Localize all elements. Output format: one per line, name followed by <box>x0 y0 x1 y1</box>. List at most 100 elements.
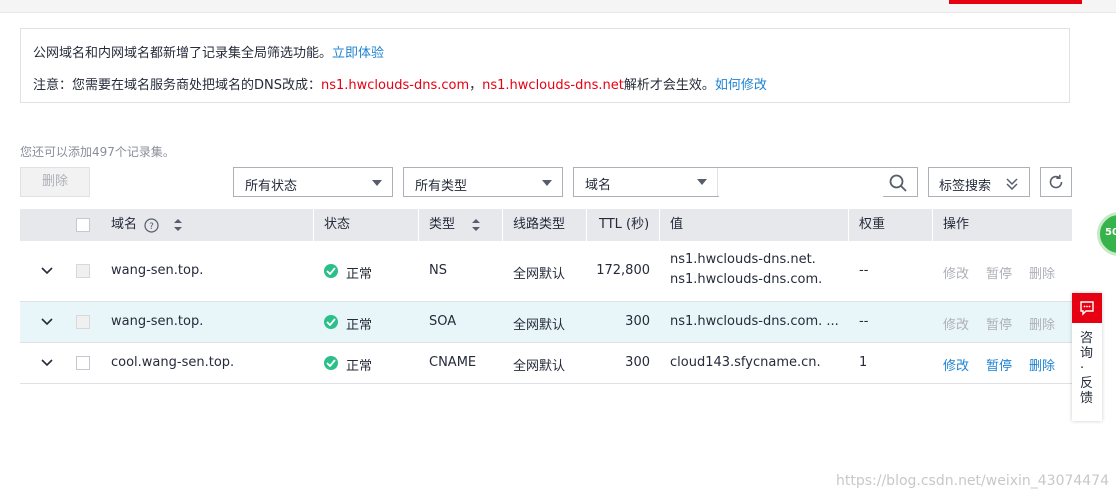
cell-domain: cool.wang-sen.top. <box>111 355 235 370</box>
try-now-link[interactable]: 立即体验 <box>332 46 384 61</box>
table-row: cool.wang-sen.top. 正常 CNAME 全网默认 300 clo… <box>20 343 1072 384</box>
header-divider <box>418 209 419 241</box>
search-input[interactable] <box>719 169 883 197</box>
cell-line-type: 全网默认 <box>513 318 566 333</box>
chevron-down-icon[interactable] <box>40 315 54 329</box>
svg-text:?: ? <box>149 222 154 232</box>
header-ttl: TTL (秒) <box>599 217 650 232</box>
select-all-checkbox[interactable] <box>76 218 90 232</box>
floating-widget-text: 50 <box>1105 227 1116 238</box>
chat-icon <box>1072 293 1102 323</box>
cell-type: CNAME <box>429 355 477 370</box>
status-filter-value: 所有状态 <box>245 179 298 194</box>
cell-ttl: 300 <box>625 355 650 370</box>
delete-link[interactable]: 删除 <box>1029 314 1055 333</box>
top-red-button[interactable] <box>949 0 1082 4</box>
type-filter-select[interactable]: 所有类型 <box>403 167 563 197</box>
search-field-value: 域名 <box>585 178 612 193</box>
record-set-table: 域名 ? 状态 类型 线路类型 TTL (秒) 值 权重 操作 wang-sen… <box>20 209 1072 384</box>
header-status: 状态 <box>324 217 351 232</box>
quota-text: 您还可以添加497个记录集。 <box>20 145 175 159</box>
search-icon[interactable] <box>889 174 907 192</box>
cell-weight: -- <box>859 263 869 278</box>
tag-search-button[interactable]: 标签搜索 <box>928 167 1030 197</box>
cell-ttl: 172,800 <box>596 263 650 278</box>
header-domain[interactable]: 域名 <box>111 209 137 241</box>
type-filter-value: 所有类型 <box>415 179 468 194</box>
caret-down-icon <box>697 179 707 185</box>
delete-link[interactable]: 删除 <box>1029 355 1055 374</box>
row-checkbox[interactable] <box>76 264 90 278</box>
cell-type: SOA <box>429 314 457 329</box>
header-operations: 操作 <box>943 217 970 232</box>
caret-down-icon <box>372 180 382 186</box>
batch-delete-button[interactable]: 删除 <box>20 167 90 197</box>
double-chevron-down-icon <box>1006 178 1018 191</box>
feedback-label: 咨询·反馈 <box>1080 331 1094 406</box>
header-type[interactable]: 类型 <box>429 209 455 241</box>
floating-progress-widget[interactable]: 50 <box>1097 212 1116 256</box>
dns-separator: ， <box>469 78 483 93</box>
sort-icon[interactable] <box>471 218 481 232</box>
cell-domain: wang-sen.top. <box>111 314 204 329</box>
pause-link[interactable]: 暂停 <box>986 314 1012 333</box>
dns-server-2: ns1.hwclouds-dns.net <box>482 78 624 93</box>
cell-type: NS <box>429 263 447 278</box>
cell-status: 正常 <box>346 318 373 333</box>
header-divider <box>502 209 503 241</box>
row-checkbox[interactable] <box>76 315 90 329</box>
pause-link[interactable]: 暂停 <box>986 263 1012 282</box>
cell-value-line-1: ns1.hwclouds-dns.net. <box>670 252 816 267</box>
header-value: 值 <box>670 217 684 232</box>
table-row: wang-sen.top. 正常 SOA 全网默认 300 ns1.hwclou… <box>20 302 1072 343</box>
header-divider <box>586 209 587 241</box>
cell-status: 正常 <box>346 267 373 282</box>
header-divider <box>313 209 314 241</box>
edit-link[interactable]: 修改 <box>943 314 969 333</box>
notice-line-1: 公网域名和内网域名都新增了记录集全局筛选功能。立即体验 <box>33 42 384 61</box>
check-circle-icon <box>324 264 338 278</box>
watermark: https://blog.csdn.net/weixin_43074474 <box>836 473 1110 489</box>
delete-link[interactable]: 删除 <box>1029 263 1055 282</box>
caret-down-icon <box>542 180 552 186</box>
check-circle-icon <box>324 356 338 370</box>
refresh-icon <box>1049 174 1063 189</box>
pause-link[interactable]: 暂停 <box>986 355 1012 374</box>
cell-line-type: 全网默认 <box>513 267 566 282</box>
header-weight: 权重 <box>859 217 886 232</box>
notice-text-3: 解析才会生效。 <box>623 78 715 93</box>
cell-weight: 1 <box>859 355 868 370</box>
edit-link[interactable]: 修改 <box>943 263 969 282</box>
how-to-modify-link[interactable]: 如何修改 <box>715 78 767 93</box>
cell-status: 正常 <box>346 359 373 374</box>
chevron-down-icon[interactable] <box>40 264 54 278</box>
cell-value-line-2: ns1.hwclouds-dns.com. <box>670 272 823 287</box>
cell-value-line-1: cloud143.sfycname.cn. <box>670 355 821 370</box>
sort-icon[interactable] <box>173 218 183 232</box>
cell-value-line-1: ns1.hwclouds-dns.com. ... <box>670 314 839 329</box>
search-field-select[interactable]: 域名 <box>574 168 718 196</box>
chevron-down-icon[interactable] <box>40 356 54 370</box>
cell-ttl: 300 <box>625 314 650 329</box>
table-header: 域名 ? 状态 类型 线路类型 TTL (秒) 值 权重 操作 <box>20 209 1072 241</box>
search-group: 域名 <box>573 167 918 197</box>
cell-domain: wang-sen.top. <box>111 263 204 278</box>
header-divider <box>932 209 933 241</box>
header-divider <box>848 209 849 241</box>
row-checkbox[interactable] <box>76 356 90 370</box>
feedback-widget[interactable]: 咨询·反馈 <box>1072 293 1102 421</box>
header-divider <box>659 209 660 241</box>
help-icon[interactable]: ? <box>144 218 159 233</box>
dns-server-1: ns1.hwclouds-dns.com <box>321 78 470 93</box>
check-circle-icon <box>324 315 338 329</box>
table-row: wang-sen.top. 正常 NS 全网默认 172,800 ns1.hwc… <box>20 241 1072 302</box>
status-filter-select[interactable]: 所有状态 <box>233 167 393 197</box>
notice-text-1: 公网域名和内网域名都新增了记录集全局筛选功能。 <box>33 46 333 61</box>
tag-search-label: 标签搜索 <box>939 179 992 194</box>
cell-line-type: 全网默认 <box>513 359 566 374</box>
refresh-button[interactable] <box>1040 167 1072 197</box>
header-line-type: 线路类型 <box>513 217 566 232</box>
edit-link[interactable]: 修改 <box>943 355 969 374</box>
notice-panel: 公网域名和内网域名都新增了记录集全局筛选功能。立即体验 注意：您需要在域名服务商… <box>20 28 1070 103</box>
notice-line-2: 注意：您需要在域名服务商处把域名的DNS改成：ns1.hwclouds-dns.… <box>33 74 767 93</box>
